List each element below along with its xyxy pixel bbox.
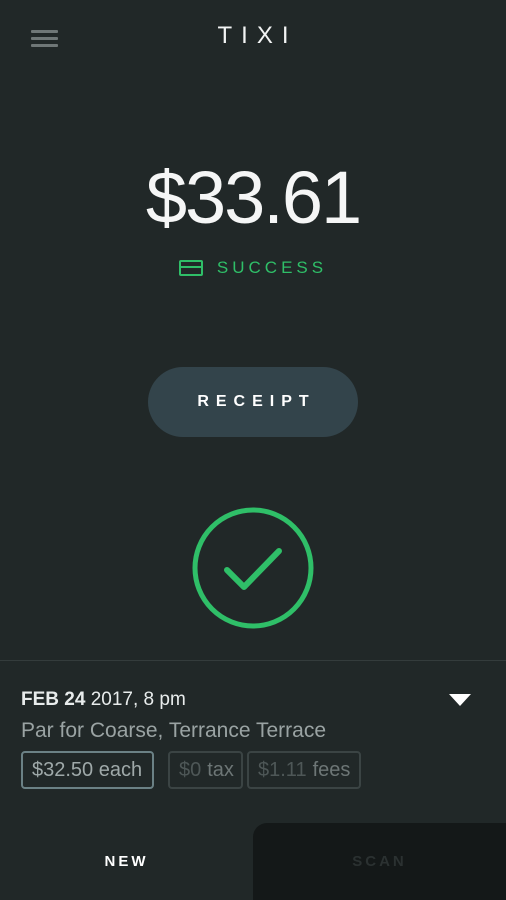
receipt-button[interactable]: RECEIPT: [148, 367, 358, 437]
event-date: FEB 24 2017, 8 pm: [21, 689, 186, 711]
payment-status: SUCCESS: [0, 258, 506, 278]
tax-badge: $0 tax: [168, 751, 243, 789]
success-checkmark-icon: [192, 507, 314, 629]
fees-badge: $1.11 fees: [247, 751, 361, 789]
status-label: SUCCESS: [216, 258, 328, 277]
payment-amount: $33.61: [145, 156, 362, 239]
section-divider: [0, 660, 506, 661]
event-date-year-time: 2017, 8 pm: [90, 689, 186, 710]
tab-new[interactable]: NEW: [0, 823, 253, 900]
expand-chevron-icon[interactable]: [449, 694, 471, 706]
price-each-badge: $32.50 each: [21, 751, 154, 789]
tax-amount: $0: [179, 758, 202, 781]
fees-label: fees: [312, 758, 351, 781]
event-venue: Par for Coarse, Terrance Terrace: [21, 719, 327, 742]
tab-scan[interactable]: SCAN: [253, 823, 506, 900]
tax-label: tax: [207, 758, 234, 781]
event-date-day: FEB 24: [21, 689, 86, 710]
app-logo: TIXI: [217, 22, 298, 49]
fees-amount: $1.11: [258, 758, 307, 781]
credit-card-icon: [178, 260, 203, 276]
